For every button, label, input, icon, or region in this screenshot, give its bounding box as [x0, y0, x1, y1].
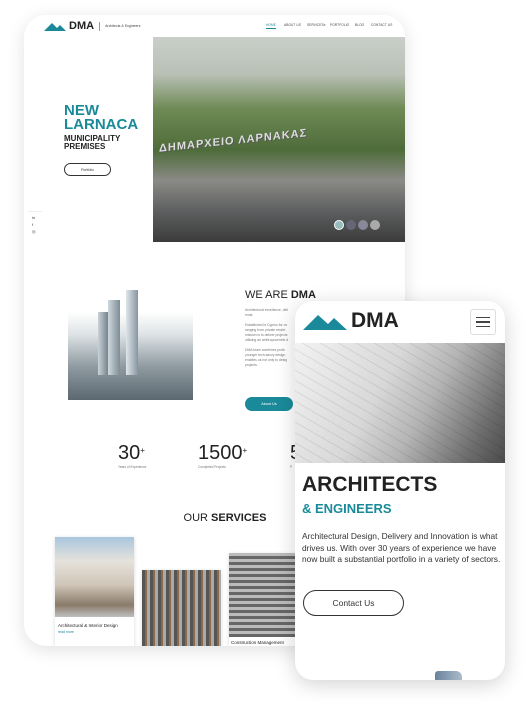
logo-text: DMA: [69, 20, 95, 32]
nav-portfolio[interactable]: PORTFOLIO: [330, 23, 349, 27]
mobile-hero-subtitle: & ENGINEERS: [302, 501, 392, 516]
about-us-button[interactable]: About Us: [245, 397, 293, 411]
mobile-hero-text: Architectural Design, Delivery and Innov…: [302, 531, 501, 565]
nav-blog[interactable]: BLOG: [355, 23, 364, 27]
service-image: [55, 537, 134, 617]
contact-us-button[interactable]: Contact Us: [303, 590, 404, 616]
mobile-logo[interactable]: DMA: [303, 309, 399, 332]
logo-mountain-icon: [303, 315, 347, 330]
instagram-icon[interactable]: ◎: [32, 229, 36, 234]
about-text: Architectural excellence, deli most. Esta…: [245, 308, 289, 367]
service-title: Architectural & Interior Design: [58, 623, 118, 628]
slider-thumbs: [334, 220, 380, 230]
slider-thumb[interactable]: [370, 220, 380, 230]
slider-thumb[interactable]: [334, 220, 344, 230]
service-card[interactable]: [142, 570, 221, 646]
stat-projects: 1500+ Completed Projects: [198, 442, 248, 469]
service-title: Construction Management: [231, 640, 284, 645]
building-image-peek: [435, 671, 462, 680]
nav-services[interactable]: SERVICES: [307, 23, 324, 27]
nav-about[interactable]: ABOUT US: [284, 23, 301, 27]
hero-subtitle: MUNICIPALITY PREMISES: [64, 134, 121, 151]
mobile-hero-image: [295, 343, 505, 463]
about-title: WE ARE DMA: [245, 289, 316, 301]
nav-home[interactable]: HOME: [266, 23, 276, 29]
read-more-link[interactable]: read more: [55, 630, 134, 634]
portfolio-button[interactable]: Portfolio: [64, 163, 111, 176]
logo-mountain-icon: [44, 22, 66, 31]
service-card[interactable]: Architectural & Interior Design read mor…: [55, 537, 134, 646]
hero-title: NEW LARNACA: [64, 102, 139, 133]
desktop-logo[interactable]: DMA Architects & Engineers: [44, 20, 140, 32]
stat-experience: 30+ Years of Experience: [118, 442, 147, 469]
mobile-mockup: DMA ARCHITECTS & ENGINEERS Architectural…: [295, 301, 505, 680]
chevron-down-icon[interactable]: ▾: [324, 23, 326, 27]
hero-image: ΔΗΜΑΡΧΕΙΟ ΛΑΡΝΑΚΑΣ: [153, 37, 405, 242]
linkedin-icon[interactable]: in: [32, 215, 35, 220]
about-building-image: [68, 290, 193, 400]
hero-image-sign: ΔΗΜΑΡΧΕΙΟ ΛΑΡΝΑΚΑΣ: [159, 127, 308, 155]
logo-text: DMA: [351, 309, 399, 332]
service-card[interactable]: Construction Management: [229, 553, 301, 646]
slider-thumb[interactable]: [346, 220, 356, 230]
slider-thumb[interactable]: [358, 220, 368, 230]
mobile-hero-title: ARCHITECTS: [302, 473, 438, 496]
logo-tagline: Architects & Engineers: [105, 24, 141, 28]
service-image: [229, 553, 301, 637]
hamburger-menu-button[interactable]: [470, 309, 496, 335]
facebook-icon[interactable]: f: [32, 222, 33, 227]
nav-contact[interactable]: CONTACT US: [371, 23, 392, 27]
